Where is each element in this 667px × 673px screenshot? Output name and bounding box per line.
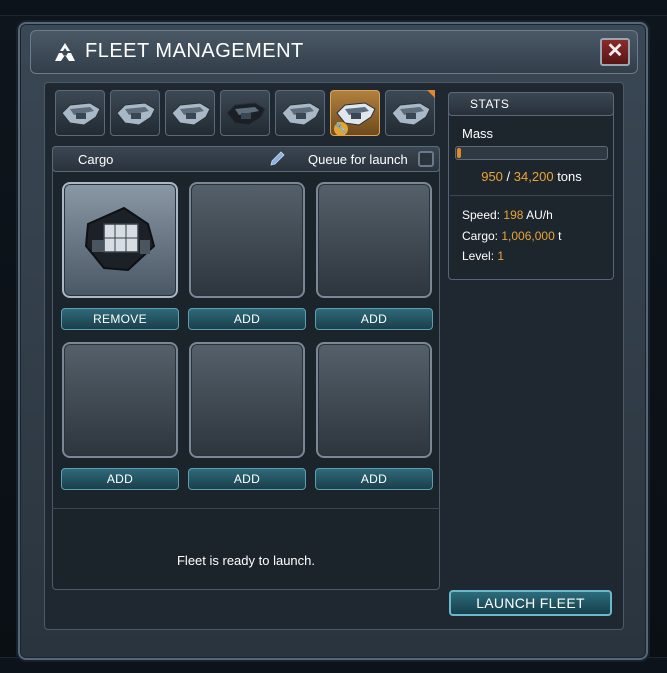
level-value: 1	[497, 249, 505, 263]
speed-value: 198	[503, 208, 524, 222]
status-area	[52, 508, 440, 590]
frigate-icon	[171, 102, 211, 126]
ship-tab-7[interactable]	[385, 90, 435, 136]
cargo-unit: t	[558, 229, 562, 243]
cargo-slot-2[interactable]	[189, 182, 305, 298]
mass-label: Mass	[462, 126, 494, 141]
add-button-3[interactable]: ADD	[315, 308, 433, 330]
new-marker-icon	[427, 90, 435, 98]
wrench-icon: 🔧	[334, 122, 348, 136]
mass-separator: /	[506, 169, 511, 184]
freighter-icon	[391, 102, 431, 126]
level-label: Level:	[462, 249, 495, 263]
cargo-slot-3[interactable]	[316, 182, 432, 298]
ship-tab-2[interactable]	[110, 90, 160, 136]
add-button-4[interactable]: ADD	[61, 468, 179, 490]
cargo-label: Cargo:	[462, 229, 499, 243]
cargo-title: Cargo	[78, 152, 114, 167]
add-button-5[interactable]: ADD	[188, 468, 306, 490]
mass-max: 34,200	[513, 169, 554, 184]
launch-fleet-button[interactable]: LAUNCH FLEET	[449, 590, 612, 616]
cargo-slot-1[interactable]	[62, 182, 178, 298]
close-button[interactable]: ✕	[600, 38, 630, 66]
ship-tab-1[interactable]	[55, 90, 105, 136]
ship-tab-5[interactable]	[275, 90, 325, 136]
cargo-slot-4[interactable]	[62, 342, 178, 458]
ship-tab-6[interactable]: 🔧	[330, 90, 380, 136]
top-hud-strip	[0, 0, 667, 16]
mass-current: 950	[481, 169, 503, 184]
destroyer-icon	[226, 102, 266, 126]
freighter-icon	[281, 102, 321, 126]
fleet-status-text: Fleet is ready to launch.	[176, 553, 316, 568]
fleet-icon	[55, 43, 75, 61]
stats-divider	[450, 195, 612, 196]
freighter-icon	[84, 206, 156, 272]
mass-progress-bar	[455, 146, 608, 160]
pencil-icon[interactable]	[268, 151, 286, 167]
window-title: FLEET MANAGEMENT	[85, 40, 304, 62]
speed-unit: AU/h	[526, 208, 553, 222]
remove-button-1[interactable]: REMOVE	[61, 308, 179, 330]
mass-values: 950 / 34,200 tons	[455, 169, 608, 184]
cargo-stat: Cargo: 1,006,000 t	[462, 229, 561, 243]
mass-unit: tons	[557, 169, 582, 184]
frigate-icon	[116, 102, 156, 126]
add-button-2[interactable]: ADD	[188, 308, 306, 330]
stats-title: STATS	[470, 97, 510, 111]
level-stat: Level: 1	[462, 249, 504, 263]
mass-progress-fill	[457, 148, 461, 158]
ship-tab-3[interactable]	[165, 90, 215, 136]
frigate-icon	[61, 102, 101, 126]
add-button-6[interactable]: ADD	[315, 468, 433, 490]
speed-label: Speed:	[462, 208, 501, 222]
ship-tab-4[interactable]	[220, 90, 270, 136]
speed-stat: Speed: 198 AU/h	[462, 208, 553, 222]
cargo-value: 1,006,000	[501, 229, 555, 243]
cargo-slot-6[interactable]	[316, 342, 432, 458]
queue-for-launch-label: Queue for launch	[308, 152, 408, 167]
cargo-slot-5[interactable]	[189, 342, 305, 458]
queue-for-launch-checkbox[interactable]	[418, 151, 434, 167]
